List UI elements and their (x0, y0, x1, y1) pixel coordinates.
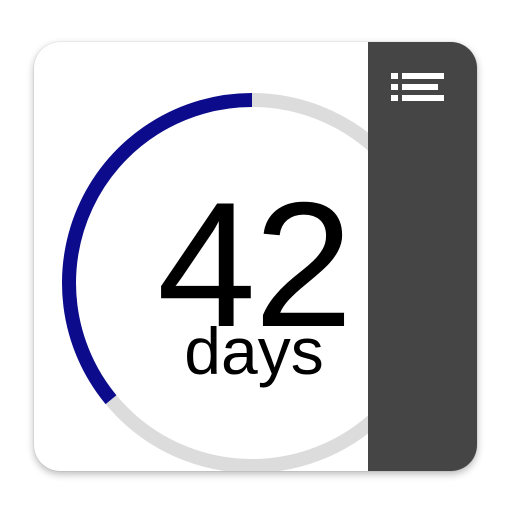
stage: 42 days (0, 0, 512, 512)
side-panel (368, 42, 477, 471)
menu-line-3 (402, 95, 444, 101)
countdown-app-icon[interactable]: 42 days (34, 42, 477, 471)
menu-line-1 (402, 73, 444, 79)
menu-line-2 (402, 84, 438, 90)
menu-bullet-2 (391, 84, 398, 90)
list-menu-icon (391, 73, 444, 101)
menu-button[interactable] (390, 72, 450, 112)
menu-bullet-1 (391, 73, 398, 79)
menu-bullet-3 (391, 95, 398, 101)
